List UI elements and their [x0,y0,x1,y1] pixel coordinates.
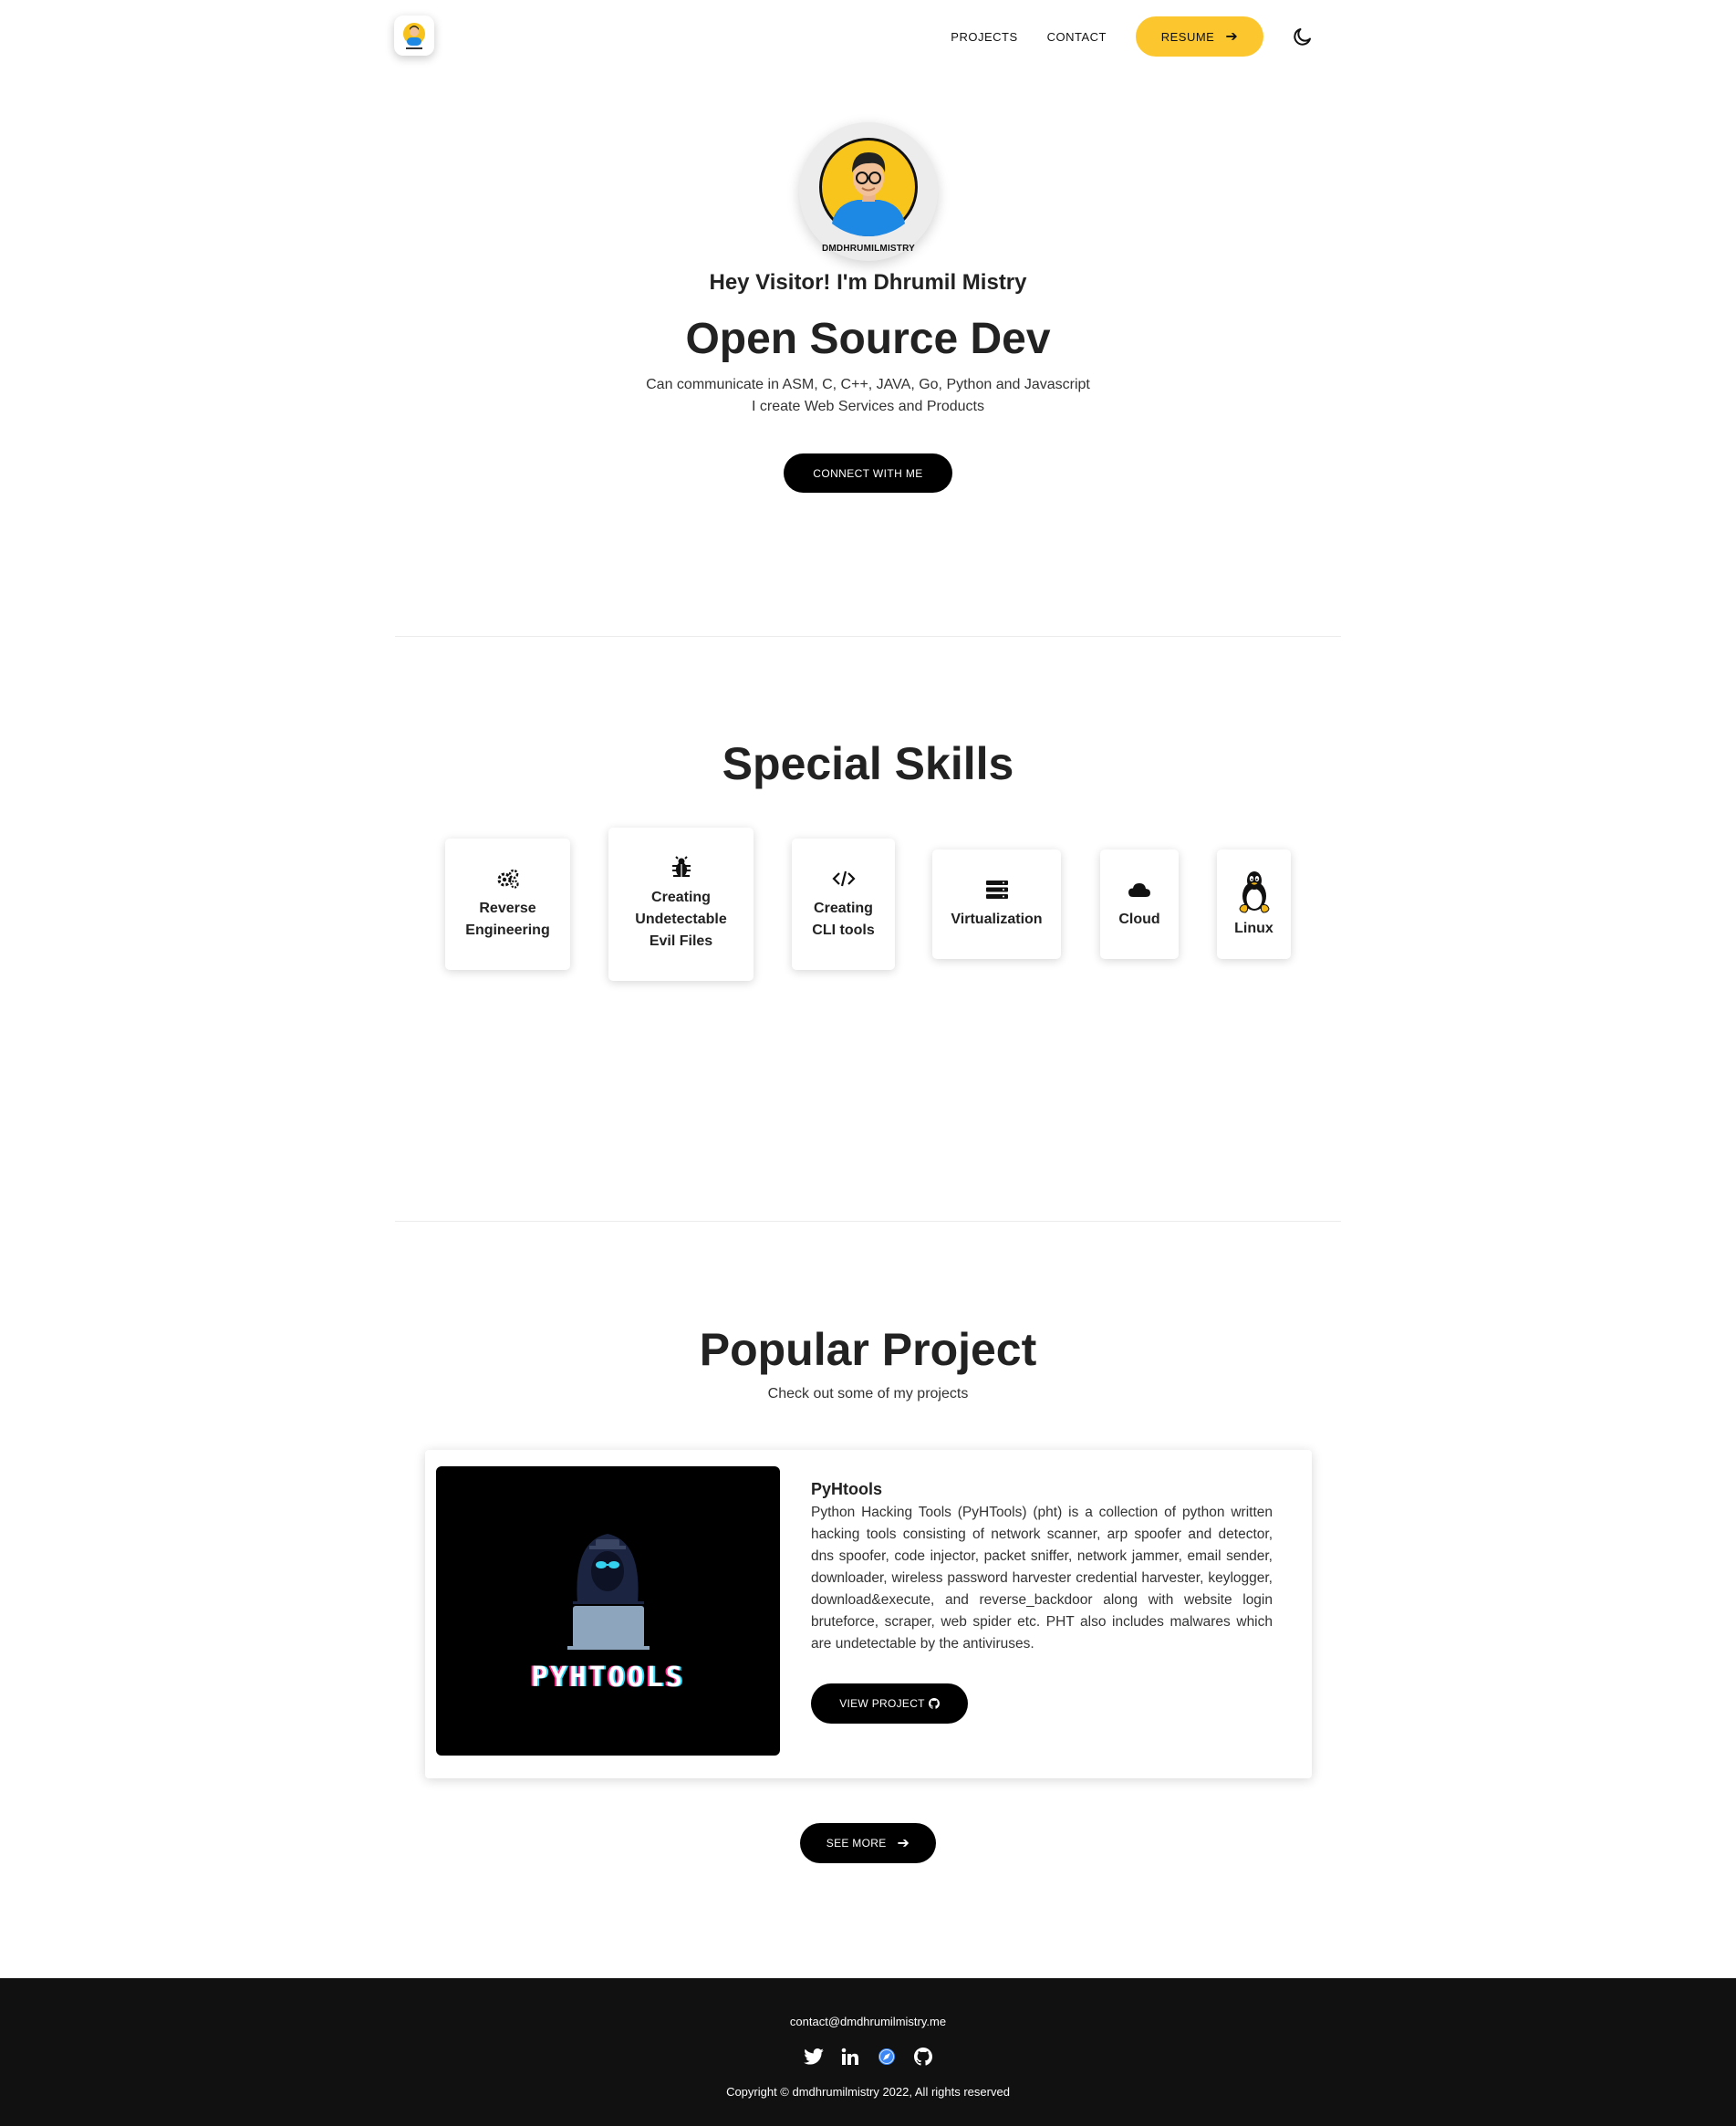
view-project-button[interactable]: VIEW PROJECT [811,1683,968,1724]
connect-with-me-button[interactable]: CONNECT WITH ME [784,453,952,493]
resume-label: RESUME [1160,29,1215,44]
see-more-label: SEE MORE [826,1837,887,1850]
avatar-icon [403,23,425,49]
nav-projects-link[interactable]: PROJECTS [951,30,1017,44]
code-icon [831,867,856,891]
github-icon [928,1698,940,1709]
skill-label: Creating CLI tools [812,901,875,938]
nav-contact-link[interactable]: CONTACT [1047,30,1107,44]
navbar: PROJECTS CONTACT RESUME ➔ [0,0,1736,73]
arrow-right-icon: ➔ [897,1836,910,1851]
cloud-icon [1128,878,1151,901]
logo-avatar[interactable] [394,16,434,56]
nav-links: PROJECTS CONTACT RESUME ➔ [951,16,1316,57]
hero-greeting: Hey Visitor! I'm Dhrumil Mistry [709,270,1027,295]
dark-mode-toggle[interactable] [1289,23,1316,50]
skill-label: Creating Undetectable Evil Files [635,890,727,949]
project-image: PYHTOOLS [436,1466,780,1756]
bug-icon [670,856,692,880]
skill-label: Linux [1234,921,1273,936]
gears-icon [496,867,520,891]
linux-icon [1236,869,1273,914]
skill-card-cloud: Cloud [1100,849,1179,959]
project-card: PYHTOOLS PyHtools Python Hacking Tools (… [425,1450,1312,1778]
hero-headline: Open Source Dev [685,315,1051,363]
profile-illustration [819,138,918,236]
projects-title: Popular Project [699,1324,1037,1375]
project-description: Python Hacking Tools (PyHTools) (pht) is… [811,1505,1273,1652]
avatar-label: DMDHRUMILMISTRY [821,244,916,254]
blog-icon[interactable] [874,2044,899,2069]
project-image-title: PYHTOOLS [531,1662,685,1694]
skill-label: Virtualization [951,912,1043,927]
skill-label: Reverse Engineering [465,901,550,938]
hero-services-text: I create Web Services and Products [752,399,984,414]
linkedin-icon[interactable] [837,2044,863,2069]
skill-card-evil-files: Creating Undetectable Evil Files [608,828,754,981]
project-name: PyHtools [811,1480,883,1498]
twitter-icon[interactable] [801,2044,826,2069]
skill-card-reverse-engineering: Reverse Engineering [445,839,570,970]
view-project-label: VIEW PROJECT [839,1697,925,1710]
skills-title: Special Skills [722,738,1014,789]
skill-card-cli-tools: Creating CLI tools [792,839,895,970]
skill-label: Cloud [1118,912,1160,927]
footer-email-link[interactable]: contact@dmdhrumilmistry.me [0,2015,1736,2028]
footer: contact@dmdhrumilmistry.me Copyright © d… [0,1978,1736,2126]
section-divider [395,1221,1341,1222]
hacker-illustration [567,1534,650,1650]
github-icon[interactable] [910,2044,936,2069]
moon-icon [1294,28,1311,46]
arrow-right-icon: ➔ [1225,29,1239,45]
skill-card-virtualization: Virtualization [932,849,1061,959]
profile-avatar: DMDHRUMILMISTRY [799,122,938,261]
server-icon [985,878,1009,901]
see-more-button[interactable]: SEE MORE ➔ [800,1823,936,1863]
section-divider [395,636,1341,637]
resume-button[interactable]: RESUME ➔ [1136,16,1263,57]
social-links [0,2044,1736,2069]
projects-subtitle: Check out some of my projects [767,1386,969,1402]
copyright-text: Copyright © dmdhrumilmistry 2022, All ri… [726,2085,1010,2099]
hero-languages-text: Can communicate in ASM, C, C++, JAVA, Go… [646,377,1090,392]
skill-card-linux: Linux [1217,849,1291,959]
